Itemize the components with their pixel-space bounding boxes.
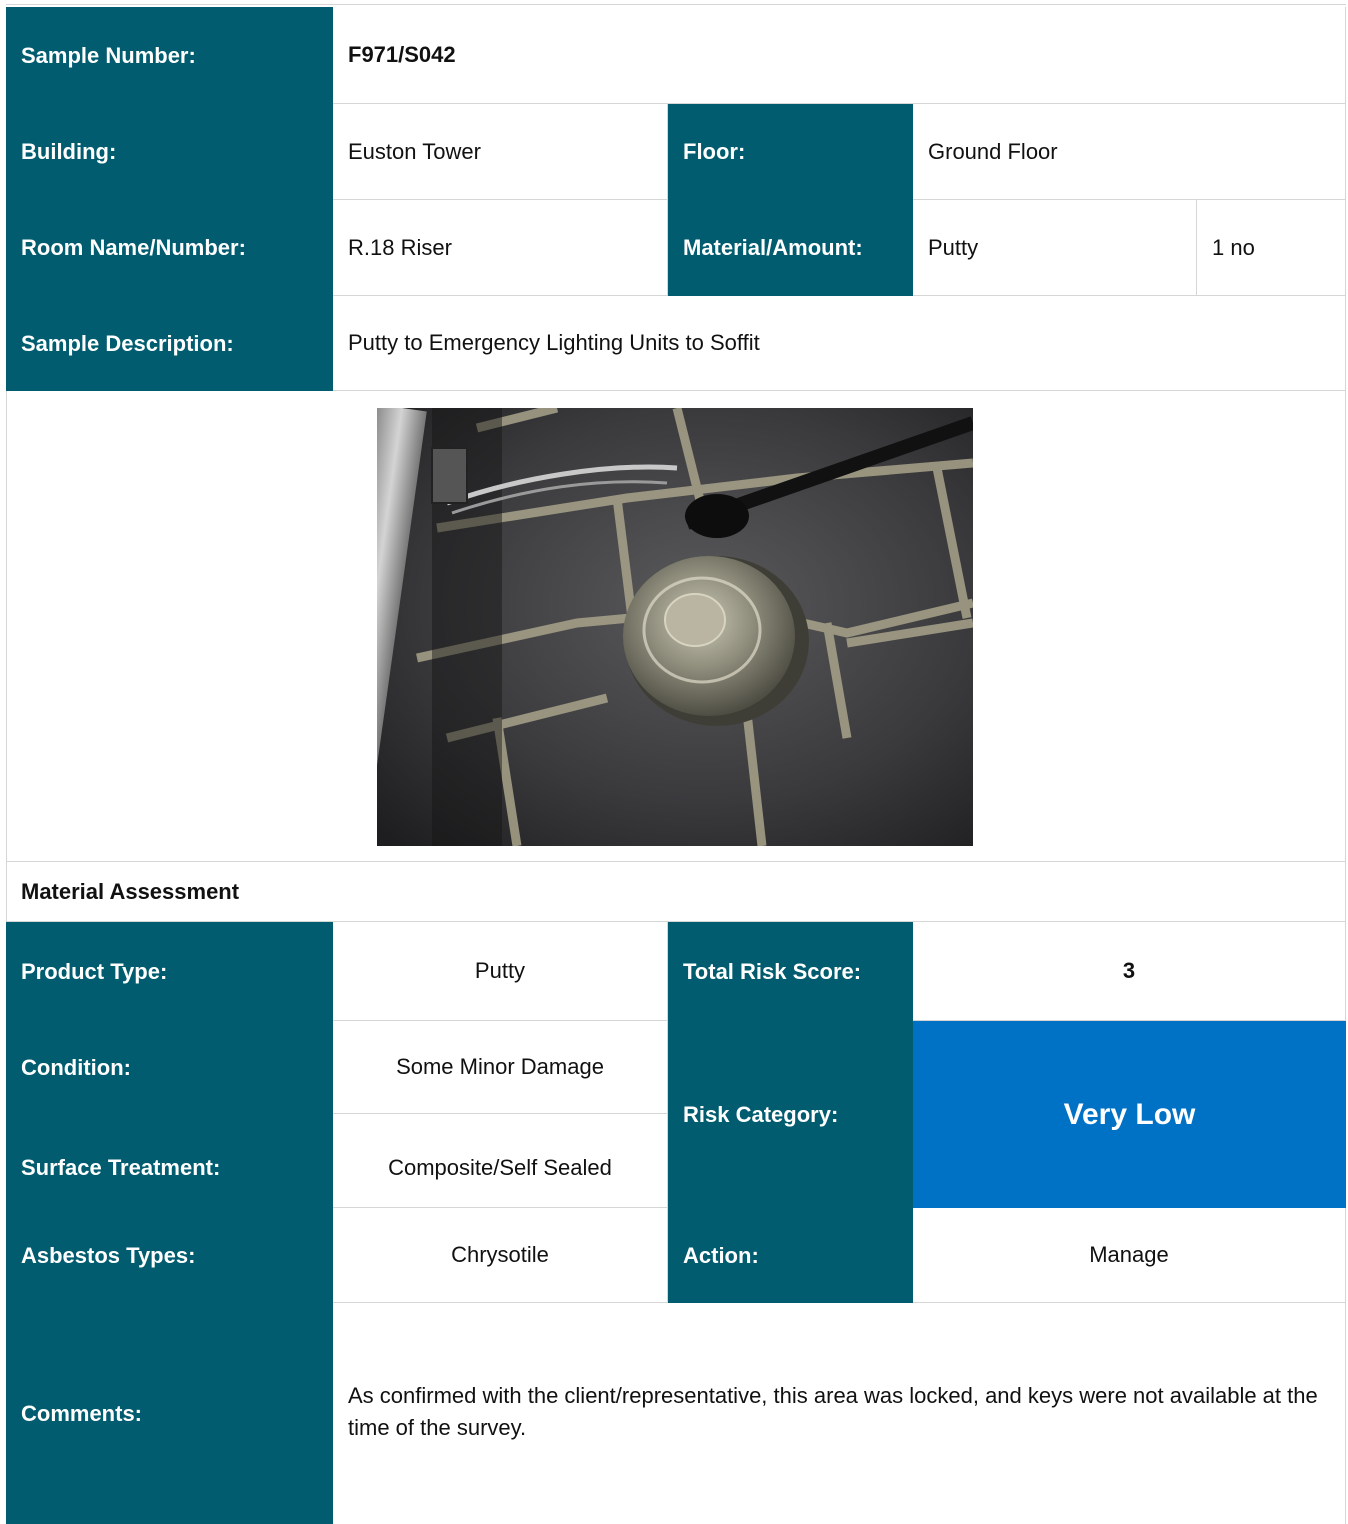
total-risk-value: 3 [913,922,1346,1021]
room-label: Room Name/Number: [6,200,333,296]
building-value: Euston Tower [333,104,668,200]
comments-label: Comments: [6,1303,333,1524]
surface-treatment-label: Surface Treatment: [6,1114,333,1208]
top-rule [6,4,1346,5]
asbestos-types-label: Asbestos Types: [6,1208,333,1303]
total-risk-label: Total Risk Score: [668,922,913,1021]
product-type-value: Putty [333,922,668,1021]
risk-category-badge: Very Low [913,1021,1346,1208]
floor-value: Ground Floor [913,104,1346,200]
floor-label: Floor: [668,104,913,200]
action-label: Action: [668,1208,913,1303]
material-label: Material/Amount: [668,200,913,296]
sample-number-value: F971/S042 [333,7,1346,104]
action-value: Manage [913,1208,1346,1303]
product-type-label: Product Type: [6,922,333,1021]
description-value: Putty to Emergency Lighting Units to Sof… [333,296,1346,391]
description-label: Sample Description: [6,296,333,391]
emergency-light-photo [377,408,973,846]
comments-value: As confirmed with the client/representat… [333,1303,1346,1524]
sample-number-label: Sample Number: [6,7,333,104]
sample-record-sheet: Sample Number: F971/S042 Building: Eusto… [6,7,1346,1524]
condition-value: Some Minor Damage [333,1021,668,1114]
building-label: Building: [6,104,333,200]
condition-label: Condition: [6,1021,333,1114]
asbestos-types-value: Chrysotile [333,1208,668,1303]
risk-category-label: Risk Category: [668,1021,913,1208]
left-rule [6,391,7,921]
material-value: Putty [913,200,1197,296]
material-assessment-heading: Material Assessment [6,862,1346,922]
surface-treatment-value: Composite/Self Sealed [333,1114,668,1208]
material-amount: 1 no [1197,200,1346,296]
room-value: R.18 Riser [333,200,668,296]
